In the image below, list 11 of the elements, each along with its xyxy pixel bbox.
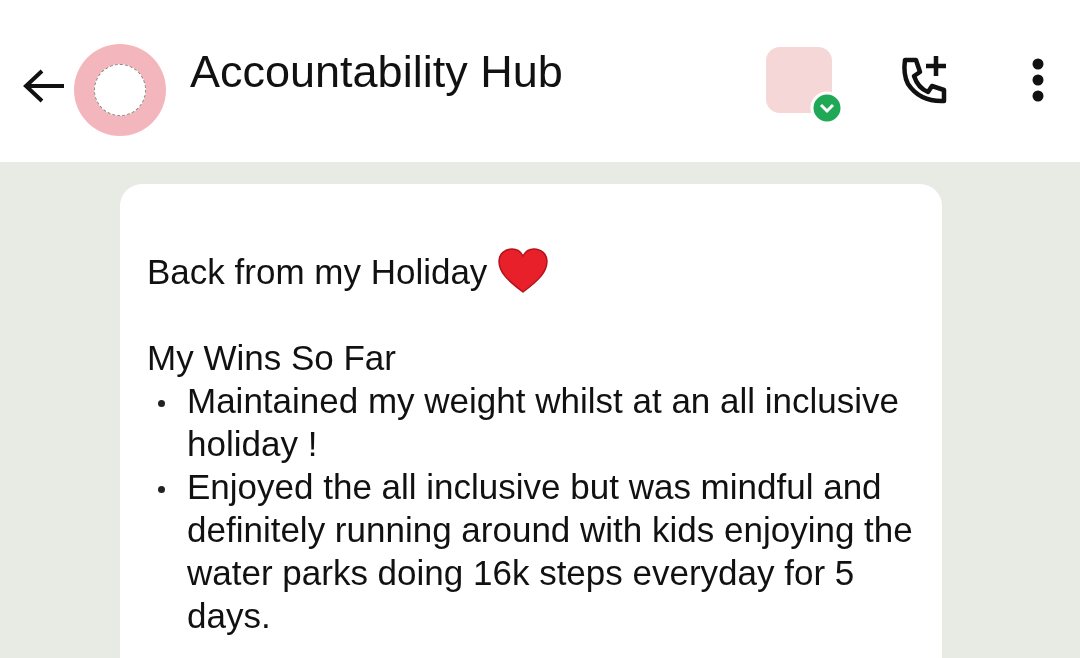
chat-title[interactable]: Accountability Hub xyxy=(190,46,563,98)
menu-icon[interactable] xyxy=(1032,58,1044,102)
message-heading: Back from my Holiday xyxy=(147,250,488,293)
community-avatar-icon[interactable] xyxy=(766,47,844,125)
bullet-icon xyxy=(158,486,165,493)
bullet-icon xyxy=(158,400,165,407)
message-subheading: My Wins So Far xyxy=(147,337,397,379)
heart-icon xyxy=(497,248,550,294)
back-arrow-icon[interactable] xyxy=(22,68,66,104)
bullet-text: Enjoyed the all inclusive but was mindful and definitely running around with kids enjoying the water parks doing 16k steps everyday for 5 days. xyxy=(187,466,914,637)
bullet-text: Maintained my weight whilst at an all inclusive holiday ! xyxy=(187,380,900,465)
